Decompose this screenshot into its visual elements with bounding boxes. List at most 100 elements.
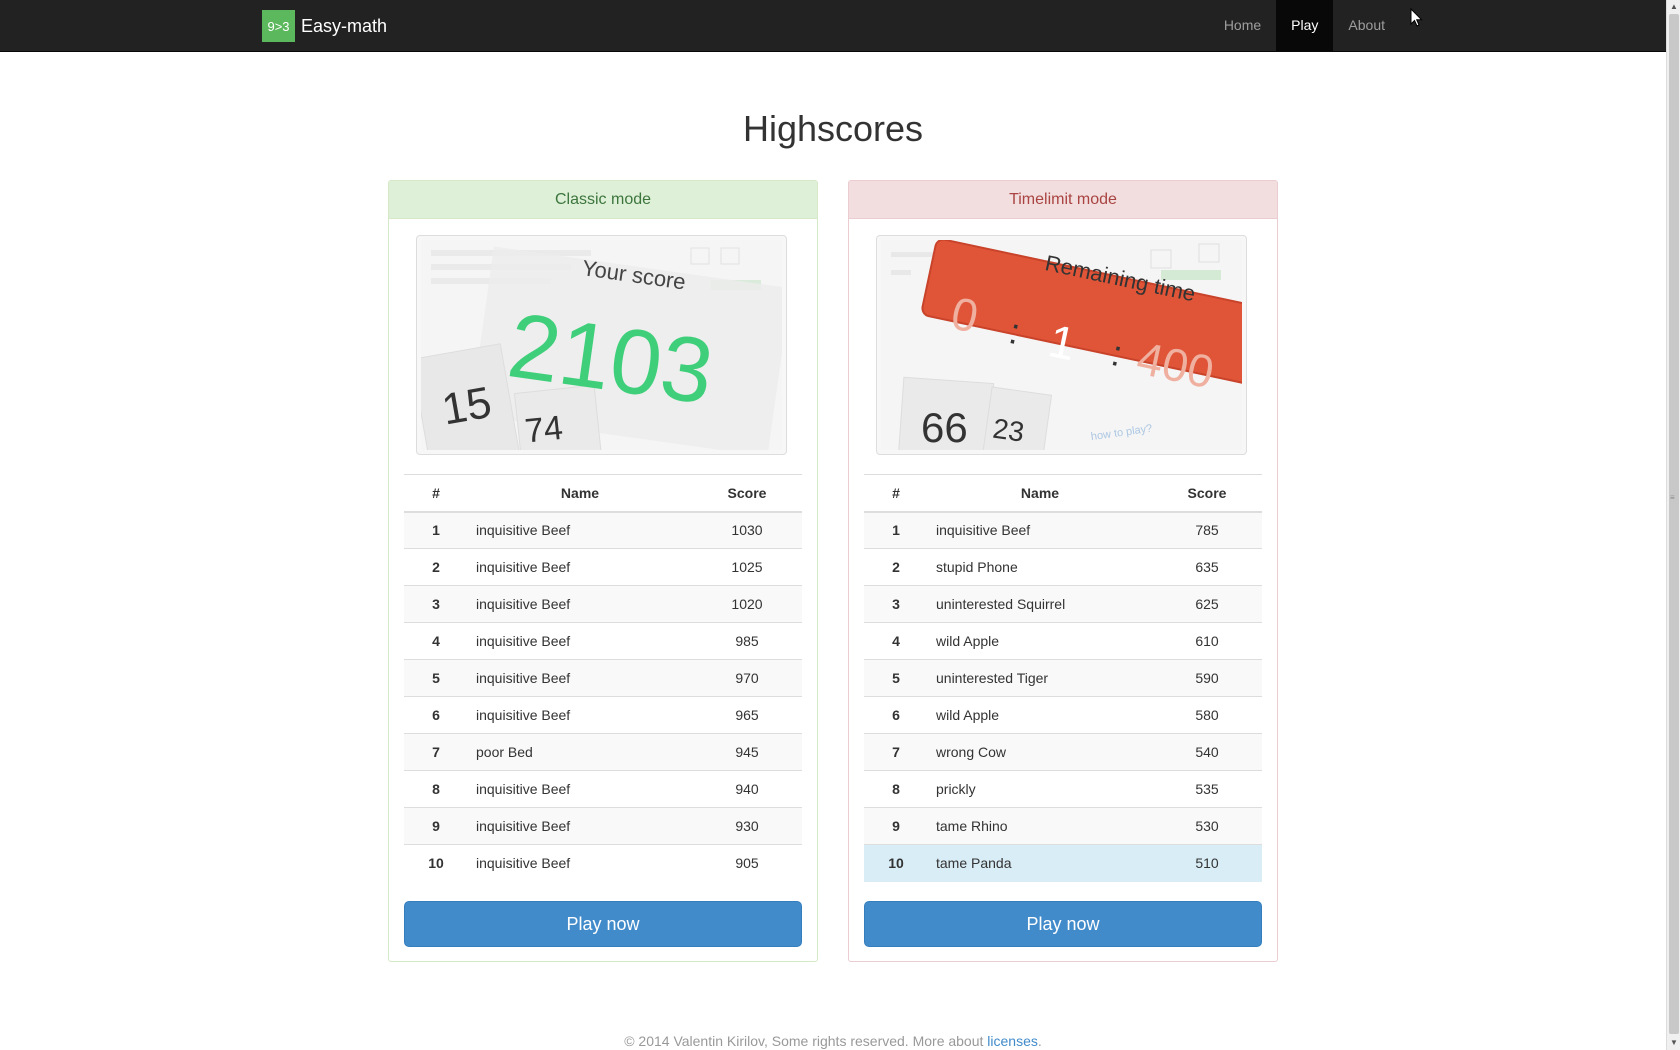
table-row: 7 poor Bed 945 [404, 733, 802, 771]
brand[interactable]: 9>3 Easy-math [262, 10, 387, 42]
scroll-up-arrow-icon[interactable]: ▲ [1667, 0, 1680, 14]
table-row: 7 wrong Cow 540 [864, 733, 1262, 771]
table-row: 3 inquisitive Beef 1020 [404, 585, 802, 623]
scrollbar-grip-icon: ≡ [1670, 493, 1675, 502]
row-name: inquisitive Beef [468, 622, 692, 660]
row-score: 540 [1152, 733, 1262, 771]
row-name: uninterested Squirrel [928, 585, 1152, 623]
row-score: 905 [692, 844, 802, 882]
row-score: 580 [1152, 696, 1262, 734]
nav-play[interactable]: Play [1276, 0, 1334, 51]
table-row: 8 inquisitive Beef 940 [404, 770, 802, 808]
licenses-link[interactable]: licenses [987, 1033, 1038, 1049]
row-score: 510 [1152, 844, 1262, 882]
row-rank: 1 [404, 511, 468, 549]
classic-mode-panel: Classic mode Your score 2103 15 74 # Nam… [388, 180, 818, 962]
row-name: stupid Phone [928, 548, 1152, 586]
timelimit-mode-panel: Timelimit mode Remaining time 0 : 1: 40… [848, 180, 1278, 962]
nav-menu: Home Play About [1209, 0, 1400, 51]
row-rank: 1 [864, 511, 928, 549]
classic-mode-thumbnail: Your score 2103 15 74 [416, 235, 787, 455]
vertical-scrollbar[interactable]: ▲ ≡ ▼ [1666, 0, 1680, 1050]
row-rank: 4 [404, 622, 468, 660]
row-rank: 5 [404, 659, 468, 697]
table-row: 4 wild Apple 610 [864, 622, 1262, 660]
column-score: Score [692, 474, 802, 513]
row-score: 1030 [692, 511, 802, 549]
column-rank: # [864, 474, 928, 513]
brand-logo[interactable]: 9>3 [262, 10, 295, 42]
row-rank: 9 [864, 807, 928, 845]
row-rank: 10 [404, 844, 468, 882]
row-rank: 9 [404, 807, 468, 845]
table-header-row: # Name Score [864, 474, 1262, 513]
row-name: inquisitive Beef [468, 807, 692, 845]
classic-thumbnail-art: Your score 2103 15 74 [421, 240, 782, 450]
scrollbar-thumb[interactable]: ≡ [1669, 14, 1679, 1034]
column-name: Name [928, 474, 1152, 513]
row-rank: 4 [864, 622, 928, 660]
row-rank: 8 [404, 770, 468, 808]
row-rank: 2 [404, 548, 468, 586]
row-name: inquisitive Beef [468, 659, 692, 697]
table-row: 6 wild Apple 580 [864, 696, 1262, 734]
column-name: Name [468, 474, 692, 513]
footer-copyright: © 2014 Valentin Kirilov, Some rights res… [624, 1033, 988, 1049]
card-number-b: 74 [523, 409, 565, 450]
row-name: wild Apple [928, 696, 1152, 734]
row-name: uninterested Tiger [928, 659, 1152, 697]
table-header-row: # Name Score [404, 474, 802, 513]
row-name: inquisitive Beef [468, 585, 692, 623]
table-row: 2 inquisitive Beef 1025 [404, 548, 802, 586]
row-name: wild Apple [928, 622, 1152, 660]
row-rank: 10 [864, 844, 928, 882]
row-name: tame Rhino [928, 807, 1152, 845]
row-score: 625 [1152, 585, 1262, 623]
row-score: 970 [692, 659, 802, 697]
column-rank: # [404, 474, 468, 513]
row-name: tame Panda [928, 844, 1152, 882]
row-rank: 2 [864, 548, 928, 586]
row-rank: 6 [864, 696, 928, 734]
mouse-cursor-icon [1410, 8, 1423, 27]
footer-period: . [1037, 1033, 1042, 1049]
table-row: 3 uninterested Squirrel 625 [864, 585, 1262, 623]
row-score: 610 [1152, 622, 1262, 660]
row-name: inquisitive Beef [468, 844, 692, 882]
row-score: 965 [692, 696, 802, 734]
classic-mode-heading: Classic mode [389, 181, 817, 219]
table-row-highlighted: 10 tame Panda 510 [864, 844, 1262, 882]
row-name: wrong Cow [928, 733, 1152, 771]
row-name: prickly [928, 770, 1152, 808]
row-rank: 7 [404, 733, 468, 771]
row-rank: 3 [404, 585, 468, 623]
timelimit-mode-heading: Timelimit mode [849, 181, 1277, 219]
timelimit-play-now-button[interactable]: Play now [864, 901, 1262, 947]
table-row: 6 inquisitive Beef 965 [404, 696, 802, 734]
table-row: 1 inquisitive Beef 1030 [404, 511, 802, 549]
nav-about[interactable]: About [1333, 0, 1400, 51]
timelimit-highscore-table: # Name Score 1 inquisitive Beef 785 2 stupi… [864, 474, 1262, 882]
row-name: inquisitive Beef [468, 696, 692, 734]
row-score: 945 [692, 733, 802, 771]
timelimit-thumbnail-art: Remaining time 0 : 1 : 400 66 23 how to … [881, 240, 1242, 450]
classic-play-now-button[interactable]: Play now [404, 901, 802, 947]
table-row: 2 stupid Phone 635 [864, 548, 1262, 586]
row-score: 785 [1152, 511, 1262, 549]
row-name: inquisitive Beef [468, 511, 692, 549]
row-score: 1025 [692, 548, 802, 586]
column-score: Score [1152, 474, 1262, 513]
row-rank: 8 [864, 770, 928, 808]
card-number-a: 66 [921, 404, 968, 450]
page-title: Highscores [742, 108, 924, 149]
brand-name[interactable]: Easy-math [301, 16, 387, 37]
scroll-down-arrow-icon[interactable]: ▼ [1667, 1036, 1680, 1050]
row-score: 930 [692, 807, 802, 845]
nav-home[interactable]: Home [1209, 0, 1276, 51]
table-row: 1 inquisitive Beef 785 [864, 511, 1262, 549]
table-row: 5 uninterested Tiger 590 [864, 659, 1262, 697]
card-number-b: 23 [991, 413, 1026, 448]
row-name: inquisitive Beef [468, 548, 692, 586]
row-name: poor Bed [468, 733, 692, 771]
row-score: 940 [692, 770, 802, 808]
